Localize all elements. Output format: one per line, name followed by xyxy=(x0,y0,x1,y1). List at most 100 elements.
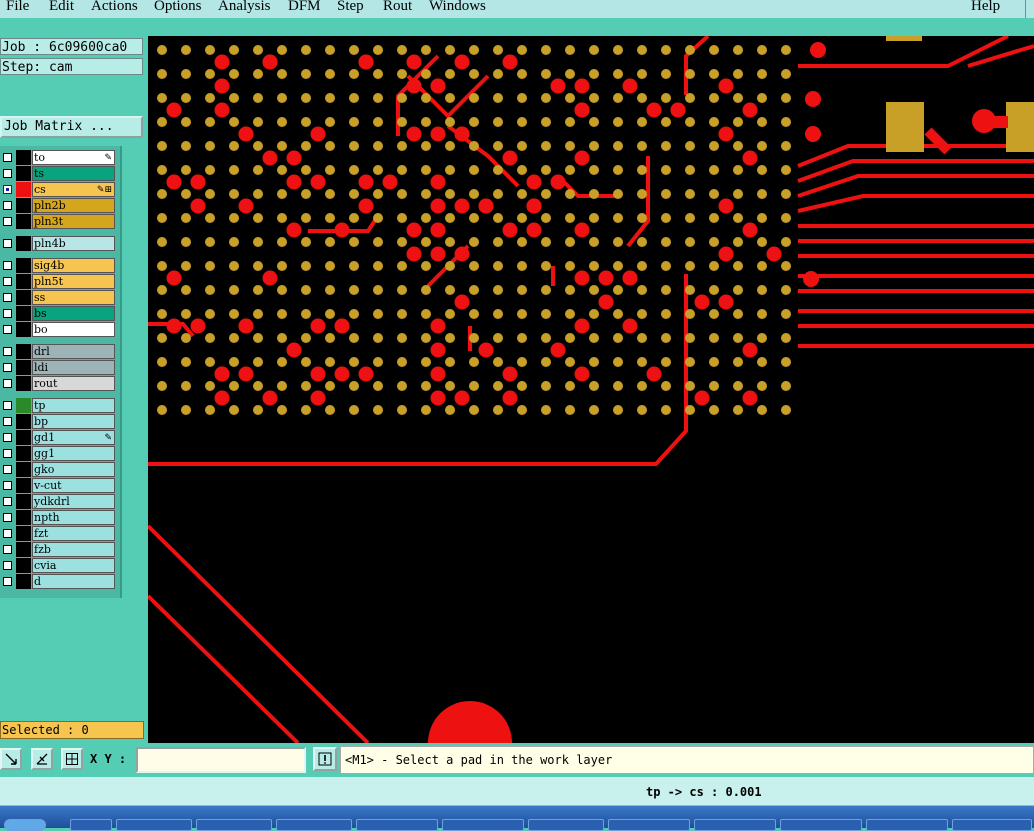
alert-icon[interactable] xyxy=(313,747,337,771)
menu-dfm[interactable]: DFM xyxy=(288,0,321,15)
layer-color-swatch[interactable] xyxy=(16,462,31,477)
taskbar-item[interactable] xyxy=(608,819,690,831)
layer-name[interactable]: cs ✎⊞ xyxy=(32,182,115,197)
layer-checkbox[interactable] xyxy=(3,347,12,356)
layer-color-swatch[interactable] xyxy=(16,182,31,197)
layer-color-swatch[interactable] xyxy=(16,414,31,429)
layer-checkbox[interactable] xyxy=(3,577,12,586)
menu-step[interactable]: Step xyxy=(337,0,364,15)
layer-checkbox[interactable] xyxy=(3,545,12,554)
layer-row-bp[interactable]: bp xyxy=(0,414,116,429)
layer-checkbox[interactable] xyxy=(3,325,12,334)
layer-color-swatch[interactable] xyxy=(16,494,31,509)
layer-name[interactable]: ydkdrl xyxy=(32,494,115,509)
layer-checkbox[interactable] xyxy=(3,449,12,458)
layer-color-swatch[interactable] xyxy=(16,398,31,413)
layer-color-swatch[interactable] xyxy=(16,376,31,391)
layer-name[interactable]: bp xyxy=(32,414,115,429)
layer-name[interactable]: fzt xyxy=(32,526,115,541)
layer-checkbox[interactable] xyxy=(3,363,12,372)
layer-color-swatch[interactable] xyxy=(16,274,31,289)
layer-checkbox[interactable] xyxy=(3,217,12,226)
layer-checkbox[interactable] xyxy=(3,239,12,248)
layer-checkbox[interactable] xyxy=(3,293,12,302)
layer-row-cvia[interactable]: cvia xyxy=(0,558,116,573)
layer-row-tp[interactable]: tp xyxy=(0,398,116,413)
layer-name[interactable]: ldi xyxy=(32,360,115,375)
layer-name[interactable]: pln2b xyxy=(32,198,115,213)
taskbar-item[interactable] xyxy=(528,819,604,831)
layer-checkbox[interactable] xyxy=(3,201,12,210)
xy-input[interactable] xyxy=(136,747,306,773)
layer-row-pln3t[interactable]: pln3t xyxy=(0,214,116,229)
layer-checkbox[interactable] xyxy=(3,417,12,426)
layer-color-swatch[interactable] xyxy=(16,574,31,589)
layer-color-swatch[interactable] xyxy=(16,344,31,359)
layer-row-pln2b[interactable]: pln2b xyxy=(0,198,116,213)
layer-checkbox[interactable] xyxy=(3,465,12,474)
layer-checkbox[interactable] xyxy=(3,277,12,286)
layer-checkbox[interactable] xyxy=(3,185,12,194)
taskbar-item[interactable] xyxy=(70,819,112,831)
menu-help[interactable]: Help xyxy=(971,0,1000,15)
layer-name[interactable]: gd1 ✎ xyxy=(32,430,115,445)
layer-row-ts[interactable]: ts xyxy=(0,166,116,181)
taskbar-item[interactable] xyxy=(952,819,1032,831)
layer-row-pln4b[interactable]: pln4b xyxy=(0,236,116,251)
layer-row-bs[interactable]: bs xyxy=(0,306,116,321)
snap-icon[interactable] xyxy=(0,748,22,770)
layer-checkbox[interactable] xyxy=(3,401,12,410)
layer-name[interactable]: d xyxy=(32,574,115,589)
layer-checkbox[interactable] xyxy=(3,529,12,538)
taskbar-item[interactable] xyxy=(866,819,948,831)
layer-row-fzb[interactable]: fzb xyxy=(0,542,116,557)
pcb-layout[interactable] xyxy=(148,36,1034,743)
layer-checkbox[interactable] xyxy=(3,153,12,162)
layer-row-fzt[interactable]: fzt xyxy=(0,526,116,541)
layer-name[interactable]: rout xyxy=(32,376,115,391)
layer-checkbox[interactable] xyxy=(3,513,12,522)
layer-row-gg1[interactable]: gg1 xyxy=(0,446,116,461)
layer-row-d[interactable]: d xyxy=(0,574,116,589)
layer-checkbox[interactable] xyxy=(3,379,12,388)
layer-name[interactable]: v-cut xyxy=(32,478,115,493)
layer-color-swatch[interactable] xyxy=(16,306,31,321)
layer-color-swatch[interactable] xyxy=(16,166,31,181)
layer-name[interactable]: sig4b xyxy=(32,258,115,273)
layer-row-pln5t[interactable]: pln5t xyxy=(0,274,116,289)
layer-row-v-cut[interactable]: v-cut xyxy=(0,478,116,493)
layer-name[interactable]: gko xyxy=(32,462,115,477)
layer-name[interactable]: drl xyxy=(32,344,115,359)
taskbar-item[interactable] xyxy=(694,819,776,831)
layer-name[interactable]: pln5t xyxy=(32,274,115,289)
layer-checkbox[interactable] xyxy=(3,169,12,178)
layer-checkbox[interactable] xyxy=(3,481,12,490)
menu-file[interactable]: File xyxy=(6,0,29,15)
layer-name[interactable]: npth xyxy=(32,510,115,525)
taskbar-item[interactable] xyxy=(116,819,192,831)
layer-checkbox[interactable] xyxy=(3,433,12,442)
layer-color-swatch[interactable] xyxy=(16,542,31,557)
menu-edit[interactable]: Edit xyxy=(49,0,74,15)
taskbar-item[interactable] xyxy=(356,819,438,831)
layer-row-rout[interactable]: rout xyxy=(0,376,116,391)
grid-icon[interactable] xyxy=(61,748,83,770)
layer-color-swatch[interactable] xyxy=(16,510,31,525)
layer-color-swatch[interactable] xyxy=(16,430,31,445)
menu-options[interactable]: Options xyxy=(154,0,202,15)
layer-row-gd1[interactable]: gd1 ✎ xyxy=(0,430,116,445)
layer-row-ldi[interactable]: ldi xyxy=(0,360,116,375)
layer-row-to[interactable]: to ✎ xyxy=(0,150,116,165)
layer-color-swatch[interactable] xyxy=(16,214,31,229)
measure-icon[interactable] xyxy=(31,748,53,770)
layer-color-swatch[interactable] xyxy=(16,526,31,541)
layer-name[interactable]: ss xyxy=(32,290,115,305)
layer-color-swatch[interactable] xyxy=(16,236,31,251)
layer-name[interactable]: tp xyxy=(32,398,115,413)
layer-name[interactable]: ts xyxy=(32,166,115,181)
layer-name[interactable]: gg1 xyxy=(32,446,115,461)
layer-row-sig4b[interactable]: sig4b xyxy=(0,258,116,273)
menu-actions[interactable]: Actions xyxy=(91,0,138,15)
taskbar-item[interactable] xyxy=(196,819,272,831)
menu-analysis[interactable]: Analysis xyxy=(218,0,271,15)
